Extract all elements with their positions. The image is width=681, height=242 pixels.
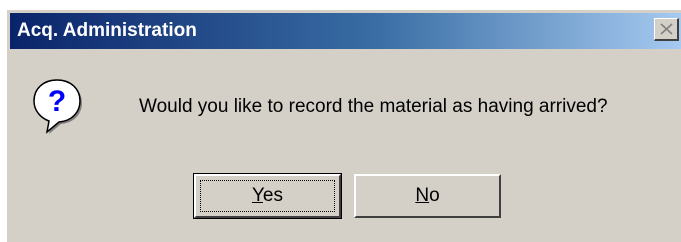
svg-text:?: ? xyxy=(48,85,66,118)
no-button-label: No xyxy=(415,185,440,206)
no-button[interactable]: No xyxy=(354,174,501,218)
close-icon xyxy=(660,23,673,35)
question-icon: ? xyxy=(33,79,82,134)
title-bar[interactable]: Acq. Administration xyxy=(10,13,681,49)
window-title: Acq. Administration xyxy=(17,20,197,41)
yes-button[interactable]: Yes xyxy=(193,173,342,219)
message-dialog: Acq. Administration ? Would you like to … xyxy=(6,9,681,242)
dialog-message: Would you like to record the material as… xyxy=(139,96,608,117)
yes-button-label: Yes xyxy=(251,185,283,206)
close-button[interactable] xyxy=(654,18,679,41)
